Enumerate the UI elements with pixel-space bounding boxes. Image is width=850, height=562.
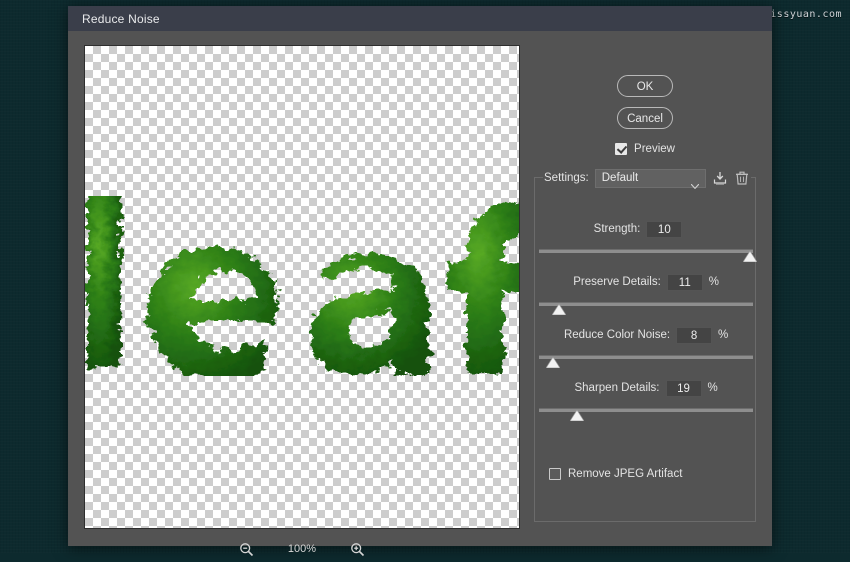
screen: 思缘设计论坛 www.missyuan.com Reduce Noise — [0, 0, 850, 553]
slider-sharpen-details-caption: Sharpen Details: 19 % — [535, 379, 757, 397]
options-panel: OK Cancel Preview Basic Advanced — [534, 45, 756, 529]
zoom-controls: 100% — [84, 536, 520, 562]
remove-jpeg-artifact-row[interactable]: Remove JPEG Artifact — [549, 468, 682, 480]
preview-checkbox-row[interactable]: Preview — [534, 143, 756, 155]
slider-preserve-details-thumb[interactable] — [552, 304, 566, 315]
image-preview[interactable] — [84, 45, 520, 529]
slider-reduce-color-noise-caption: Reduce Color Noise: 8 % — [535, 326, 757, 344]
slider-strength-track-area[interactable] — [535, 247, 757, 267]
slider-reduce-color-noise-value[interactable]: 8 — [676, 327, 712, 344]
slider-strength-caption: Strength: 10 — [535, 220, 757, 238]
reduce-noise-dialog: Reduce Noise — [68, 6, 772, 546]
slider-strength-thumb[interactable] — [743, 251, 757, 262]
slider-reduce-color-noise-track-area[interactable] — [535, 353, 757, 373]
settings-group: Settings: Default — [534, 177, 756, 522]
zoom-level-label: 100% — [288, 543, 316, 555]
settings-dropdown-value: Default — [602, 172, 638, 184]
slider-strength-label: Strength: — [594, 223, 641, 235]
settings-label: Settings: — [544, 172, 589, 184]
slider-preserve-details-value[interactable]: 11 — [667, 274, 703, 291]
save-preset-icon[interactable] — [712, 170, 728, 186]
remove-jpeg-artifact-label: Remove JPEG Artifact — [568, 468, 682, 480]
trash-icon[interactable] — [734, 170, 750, 186]
slider-reduce-color-noise-label: Reduce Color Noise: — [564, 329, 670, 341]
settings-dropdown[interactable]: Default — [595, 169, 706, 188]
slider-preserve-details-caption: Preserve Details: 11 % — [535, 273, 757, 291]
slider-sharpen-details-track-area[interactable] — [535, 406, 757, 426]
remove-jpeg-artifact-checkbox[interactable] — [549, 468, 561, 480]
preview-checkbox[interactable] — [615, 143, 627, 155]
slider-preserve-details-unit: % — [709, 276, 719, 288]
slider-strength-track[interactable] — [539, 249, 753, 253]
slider-reduce-color-noise-thumb[interactable] — [546, 357, 560, 368]
chevron-down-icon — [691, 176, 699, 181]
slider-sharpen-details-unit: % — [708, 382, 718, 394]
dialog-titlebar[interactable]: Reduce Noise — [68, 6, 772, 32]
slider-preserve-details-track[interactable] — [539, 302, 753, 306]
slider-sharpen-details-value[interactable]: 19 — [666, 380, 702, 397]
slider-preserve-details-track-area[interactable] — [535, 300, 757, 320]
zoom-in-icon[interactable] — [350, 542, 365, 557]
slider-sharpen-details-thumb[interactable] — [570, 410, 584, 421]
ok-button[interactable]: OK — [617, 75, 673, 97]
settings-row: Settings: Default — [543, 167, 751, 189]
slider-reduce-color-noise-track[interactable] — [539, 355, 753, 359]
slider-preserve-details: Preserve Details: 11 % — [535, 273, 757, 320]
slider-sharpen-details-label: Sharpen Details: — [574, 382, 659, 394]
zoom-out-icon[interactable] — [239, 542, 254, 557]
preview-checkbox-label: Preview — [634, 143, 675, 155]
leaf-artwork — [84, 196, 520, 376]
cancel-button[interactable]: Cancel — [617, 107, 673, 129]
slider-sharpen-details: Sharpen Details: 19 % — [535, 379, 757, 426]
slider-reduce-color-noise-unit: % — [718, 329, 728, 341]
dialog-body: 100% OK Cancel Preview — [68, 31, 772, 546]
slider-strength: Strength: 10 — [535, 220, 757, 267]
slider-preserve-details-label: Preserve Details: — [573, 276, 661, 288]
slider-reduce-color-noise: Reduce Color Noise: 8 % — [535, 326, 757, 373]
dialog-title: Reduce Noise — [82, 12, 160, 26]
slider-strength-value[interactable]: 10 — [646, 221, 682, 238]
